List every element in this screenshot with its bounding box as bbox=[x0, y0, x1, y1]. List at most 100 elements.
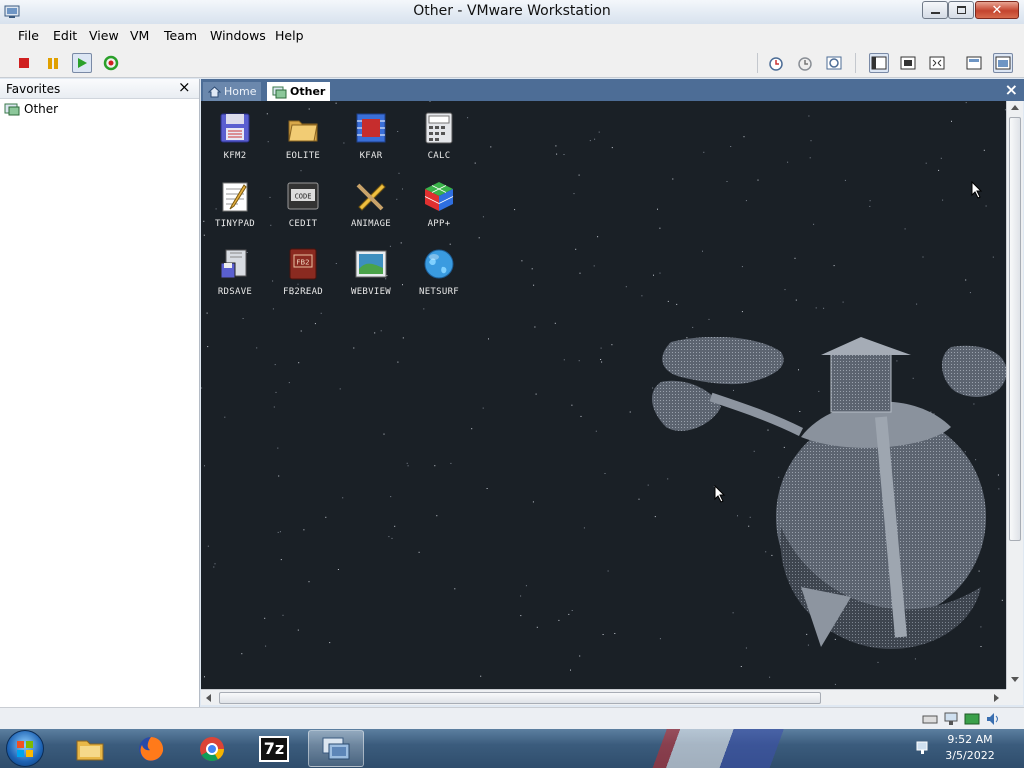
menu-team[interactable]: Team bbox=[164, 28, 197, 43]
chrome-icon bbox=[200, 736, 224, 761]
sidebar-close-button[interactable]: × bbox=[178, 79, 191, 95]
network-tray-icon[interactable] bbox=[915, 740, 931, 756]
start-button[interactable] bbox=[6, 730, 44, 767]
desktop-icon-label: TINYPAD bbox=[214, 219, 256, 229]
take-snapshot-button[interactable] bbox=[766, 53, 786, 73]
desktop-icon-label: ANIMAGE bbox=[350, 219, 392, 229]
maximize-button[interactable] bbox=[948, 1, 974, 19]
tab-home[interactable]: Home bbox=[203, 82, 262, 101]
vm-console[interactable]: KFM2 EOLITE KFAR CALC TINYPAD CODE CEDIT… bbox=[201, 101, 1006, 689]
taskbar-explorer-button[interactable] bbox=[62, 730, 118, 767]
vertical-scroll-thumb[interactable] bbox=[1009, 117, 1021, 541]
sidebar-header: Favorites × bbox=[0, 79, 199, 99]
unity-button[interactable] bbox=[927, 53, 947, 73]
sidebar-item-other[interactable]: Other bbox=[4, 101, 58, 117]
treehouse-planet-illustration bbox=[651, 337, 1006, 649]
floppy-disk-icon bbox=[220, 113, 250, 143]
system-clock[interactable]: 9:52 AM 3/5/2022 bbox=[938, 732, 1002, 764]
reset-button[interactable] bbox=[101, 53, 121, 73]
desktop-icon-label: CEDIT bbox=[288, 219, 318, 229]
menu-vm[interactable]: VM bbox=[130, 28, 149, 43]
desktop-icon-label: KFM2 bbox=[223, 151, 247, 161]
menu-windows[interactable]: Windows bbox=[210, 28, 266, 43]
scroll-down-arrow-icon[interactable] bbox=[1011, 677, 1019, 682]
book-icon: FB2 bbox=[289, 248, 317, 280]
svg-text:FB2: FB2 bbox=[296, 259, 309, 267]
usb-device-icon[interactable] bbox=[964, 712, 980, 726]
favorites-sidebar: Favorites × Other bbox=[0, 79, 200, 708]
taskbar-firefox-button[interactable] bbox=[123, 730, 179, 767]
close-window-button[interactable]: ✕ bbox=[975, 1, 1019, 19]
close-icon: ✕ bbox=[991, 2, 1003, 18]
desktop-icon-rdsave[interactable]: RDSAVE bbox=[202, 247, 268, 297]
suspend-button[interactable] bbox=[43, 53, 63, 73]
desktop-icon-netsurf[interactable]: NETSURF bbox=[406, 247, 472, 297]
windows-logo-icon bbox=[17, 740, 33, 757]
desktop-icon-webview[interactable]: WEBVIEW bbox=[338, 247, 404, 297]
desktop-icon-label: NETSURF bbox=[418, 287, 460, 297]
mouse-cursor-icon bbox=[714, 485, 726, 503]
desktop-icon-label: WEBVIEW bbox=[350, 287, 392, 297]
disk-save-icon bbox=[220, 249, 247, 279]
menu-help[interactable]: Help bbox=[275, 28, 304, 43]
notepad-icon bbox=[222, 182, 248, 212]
taskbar-vmware-button[interactable] bbox=[308, 730, 364, 767]
full-screen-button[interactable] bbox=[898, 53, 918, 73]
picture-icon bbox=[355, 250, 387, 278]
mouse-cursor-icon bbox=[971, 181, 983, 199]
menu-bar: File Edit View VM Team Windows Help bbox=[0, 24, 1024, 48]
code-editor-icon: CODE bbox=[287, 182, 319, 210]
console-view-button[interactable] bbox=[964, 53, 984, 73]
window-title: Other - VMware Workstation bbox=[413, 3, 611, 19]
desktop-icon-app-plus[interactable]: APP+ bbox=[406, 179, 472, 229]
menu-view[interactable]: View bbox=[89, 28, 119, 43]
quick-switch-icon bbox=[995, 56, 1011, 70]
taskbar-7zip-button[interactable]: 7z bbox=[246, 730, 302, 767]
firefox-icon bbox=[139, 736, 164, 761]
hard-disk-icon[interactable] bbox=[922, 712, 938, 726]
pause-icon bbox=[48, 57, 58, 69]
desktop-icon-label: RDSAVE bbox=[217, 287, 253, 297]
revert-snapshot-button[interactable] bbox=[795, 53, 815, 73]
vertical-scrollbar[interactable] bbox=[1006, 101, 1023, 689]
sound-icon[interactable] bbox=[985, 712, 1001, 726]
desktop-icon-label: CALC bbox=[427, 151, 451, 161]
desktop-icon-kfm2[interactable]: KFM2 bbox=[202, 111, 268, 161]
horizontal-scrollbar[interactable] bbox=[201, 689, 1006, 705]
taskbar-chrome-button[interactable] bbox=[184, 730, 240, 767]
desktop-icon-tinypad[interactable]: TINYPAD bbox=[202, 179, 268, 229]
horizontal-scroll-thumb[interactable] bbox=[219, 692, 821, 704]
power-on-button[interactable] bbox=[72, 53, 92, 73]
scroll-up-arrow-icon[interactable] bbox=[1011, 105, 1019, 110]
quick-switch-button[interactable] bbox=[993, 53, 1013, 73]
desktop-icon-calc[interactable]: CALC bbox=[406, 111, 472, 161]
toolbar bbox=[0, 48, 1024, 78]
tab-label: Other bbox=[290, 85, 326, 98]
desktop-icon-cedit[interactable]: CODE CEDIT bbox=[270, 179, 336, 229]
show-sidebar-button[interactable] bbox=[869, 53, 889, 73]
minimize-button[interactable] bbox=[922, 1, 948, 19]
menu-file[interactable]: File bbox=[18, 28, 39, 43]
close-tab-button[interactable]: × bbox=[1005, 80, 1018, 99]
tab-label: Home bbox=[224, 85, 257, 98]
network-icon[interactable] bbox=[943, 712, 959, 726]
power-off-button[interactable] bbox=[14, 53, 34, 73]
scroll-left-arrow-icon[interactable] bbox=[206, 694, 211, 702]
menu-edit[interactable]: Edit bbox=[53, 28, 77, 43]
desktop-icon-eolite[interactable]: EOLITE bbox=[270, 111, 336, 161]
snapshot-manager-button[interactable] bbox=[824, 53, 844, 73]
rubik-cube-icon bbox=[424, 182, 454, 211]
tab-other[interactable]: Other bbox=[267, 82, 331, 101]
sidebar-title: Favorites bbox=[6, 82, 61, 96]
toolbar-separator bbox=[757, 53, 758, 73]
desktop-icon-animage[interactable]: ANIMAGE bbox=[338, 179, 404, 229]
vm-icon bbox=[4, 103, 20, 116]
snapshot-clock-icon bbox=[769, 57, 783, 71]
desktop-icon-kfar[interactable]: KFAR bbox=[338, 111, 404, 161]
full-screen-icon bbox=[900, 56, 916, 70]
desktop-icon-fb2read[interactable]: FB2 FB2READ bbox=[270, 247, 336, 297]
desktop-icon-label: KFAR bbox=[359, 151, 383, 161]
console-view-icon bbox=[966, 56, 982, 70]
scroll-right-arrow-icon[interactable] bbox=[994, 694, 999, 702]
clock-date: 3/5/2022 bbox=[945, 749, 995, 762]
